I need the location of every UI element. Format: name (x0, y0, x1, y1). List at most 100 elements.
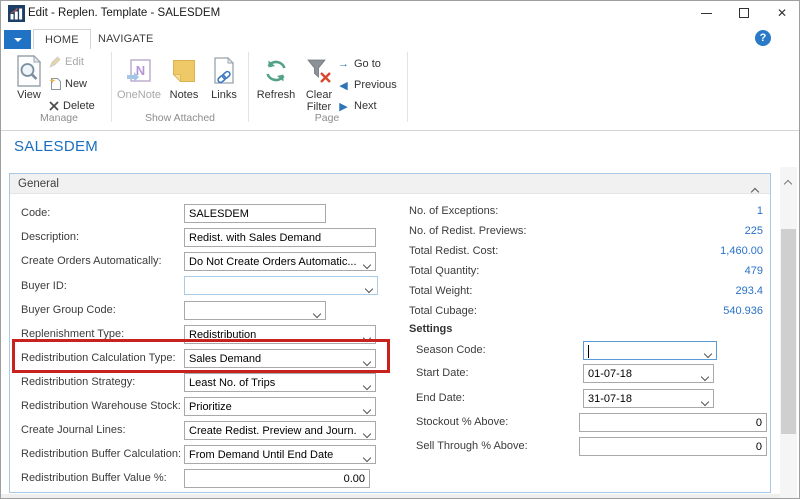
stat-row: Total Cubage: 540.936 (409, 305, 763, 320)
no-of-exceptions-value[interactable]: 1 (757, 205, 763, 217)
new-document-icon (49, 77, 61, 91)
redistribution-calculation-type-label: Redistribution Calculation Type: (21, 352, 176, 364)
pencil-icon (49, 56, 61, 68)
new-button-label: New (65, 78, 87, 90)
total-quantity-value[interactable]: 479 (745, 265, 763, 277)
chevron-down-icon[interactable] (364, 404, 370, 416)
edit-button[interactable]: Edit (49, 53, 84, 71)
app-window: Edit - Replen. Template - SALESDEM ✕ HOM… (0, 0, 800, 499)
create-orders-automatically-select[interactable]: Do Not Create Orders Automatic... (184, 252, 376, 271)
replenishment-type-select[interactable]: Redistribution (184, 325, 376, 344)
clear-filter-button[interactable]: Clear Filter (301, 53, 337, 113)
sell-through-pct-above-label: Sell Through % Above: (416, 440, 528, 452)
maximize-button[interactable] (725, 1, 763, 25)
chevron-down-icon[interactable] (364, 332, 370, 344)
no-of-redist-previews-value[interactable]: 225 (745, 225, 763, 237)
vertical-scrollbar[interactable] (780, 167, 797, 499)
redistribution-warehouse-stock-select[interactable]: Prioritize (184, 397, 376, 416)
sell-through-pct-above-input[interactable]: 0 (579, 437, 767, 456)
end-date-label: End Date: (416, 392, 465, 404)
chevron-down-icon[interactable] (366, 283, 372, 295)
previous-arrow-icon: ◀ (337, 79, 350, 92)
clear-filter-funnel-icon (306, 53, 332, 89)
go-to-button-label: Go to (354, 58, 381, 70)
redistribution-buffer-value-label: Redistribution Buffer Value %: (21, 472, 167, 484)
general-header-label: General (18, 178, 59, 190)
onenote-button-label: OneNote (117, 89, 161, 101)
onenote-button[interactable]: N OneNote (113, 53, 165, 101)
view-button-label: View (17, 89, 41, 101)
chevron-down-icon[interactable] (705, 348, 711, 360)
total-weight-value[interactable]: 293.4 (735, 285, 763, 297)
start-date-select[interactable]: 01-07-18 (583, 364, 714, 383)
code-input[interactable]: SALESDEM (184, 204, 326, 223)
redistribution-warehouse-stock-label: Redistribution Warehouse Stock: (21, 400, 181, 412)
ribbon-tab-strip: HOME NAVIGATE ? (1, 27, 800, 49)
end-date-select[interactable]: 31-07-18 (583, 389, 714, 408)
view-document-icon (15, 53, 43, 89)
total-redist-cost-value[interactable]: 1,460.00 (720, 245, 763, 257)
previous-button[interactable]: ◀ Previous (337, 76, 397, 94)
window-footer-strip (1, 494, 780, 499)
total-cubage-value[interactable]: 540.936 (723, 305, 763, 317)
chevron-down-icon[interactable] (702, 396, 708, 408)
notes-button[interactable]: Notes (165, 53, 203, 101)
application-menu-button[interactable] (4, 30, 31, 49)
buyer-id-select[interactable] (184, 276, 378, 295)
scrollbar-up-arrow-icon[interactable] (785, 174, 791, 192)
links-button[interactable]: Links (205, 53, 243, 101)
page-title: SALESDEM (14, 138, 98, 155)
description-input[interactable]: Redist. with Sales Demand (184, 228, 376, 247)
chevron-down-icon[interactable] (702, 371, 708, 383)
no-of-exceptions-label: No. of Exceptions: (409, 205, 498, 217)
buyer-group-code-label: Buyer Group Code: (21, 304, 116, 316)
code-label: Code: (21, 207, 50, 219)
redistribution-buffer-value-input[interactable]: 0.00 (184, 469, 370, 488)
new-button[interactable]: New (49, 75, 87, 93)
stockout-pct-above-label: Stockout % Above: (416, 416, 508, 428)
redistribution-calculation-type-select[interactable]: Sales Demand (184, 349, 376, 368)
help-icon[interactable]: ? (755, 30, 771, 46)
stockout-pct-above-input[interactable]: 0 (579, 413, 767, 432)
delete-x-icon (49, 101, 59, 111)
chevron-down-icon[interactable] (364, 452, 370, 464)
settings-subheader: Settings (409, 323, 452, 335)
stat-row: Total Redist. Cost: 1,460.00 (409, 245, 763, 260)
text-cursor (588, 345, 589, 358)
window-title: Edit - Replen. Template - SALESDEM (28, 7, 220, 19)
go-to-button[interactable]: → Go to (337, 55, 381, 73)
create-journal-lines-select[interactable]: Create Redist. Preview and Journ... (184, 421, 376, 440)
redistribution-buffer-calculation-label: Redistribution Buffer Calculation: (21, 448, 181, 460)
minimize-button[interactable] (687, 1, 725, 25)
buyer-group-code-select[interactable] (184, 301, 326, 320)
page-group-label: Page (249, 112, 405, 124)
previous-button-label: Previous (354, 79, 397, 91)
stat-row: Total Weight: 293.4 (409, 285, 763, 300)
redistribution-strategy-select[interactable]: Least No. of Trips (184, 373, 376, 392)
show-attached-group-label: Show Attached (113, 112, 247, 124)
chevron-down-icon[interactable] (364, 259, 370, 271)
close-button[interactable]: ✕ (763, 1, 800, 25)
chevron-down-icon[interactable] (364, 380, 370, 392)
description-label: Description: (21, 231, 79, 243)
notes-sticky-icon (172, 53, 196, 89)
collapse-chevron-icon[interactable] (752, 182, 758, 202)
buyer-id-label: Buyer ID: (21, 280, 67, 292)
tab-home[interactable]: HOME (33, 29, 91, 49)
redistribution-buffer-calculation-select[interactable]: From Demand Until End Date (184, 445, 376, 464)
refresh-button[interactable]: Refresh (251, 53, 301, 101)
scrollbar-thumb[interactable] (781, 229, 796, 434)
chevron-down-icon[interactable] (314, 308, 320, 320)
view-button[interactable]: View (9, 53, 49, 101)
ribbon-separator (407, 52, 408, 122)
chevron-down-icon[interactable] (364, 428, 370, 440)
stat-row: Total Quantity: 479 (409, 265, 763, 280)
season-code-select[interactable] (583, 341, 717, 360)
onenote-icon: N (126, 53, 152, 89)
go-to-arrow-icon: → (337, 58, 350, 70)
tab-navigate[interactable]: NAVIGATE (87, 29, 165, 49)
links-button-label: Links (211, 89, 237, 101)
general-fasttab-header[interactable]: General (10, 174, 770, 194)
season-code-label: Season Code: (416, 344, 486, 356)
chevron-down-icon[interactable] (364, 356, 370, 368)
